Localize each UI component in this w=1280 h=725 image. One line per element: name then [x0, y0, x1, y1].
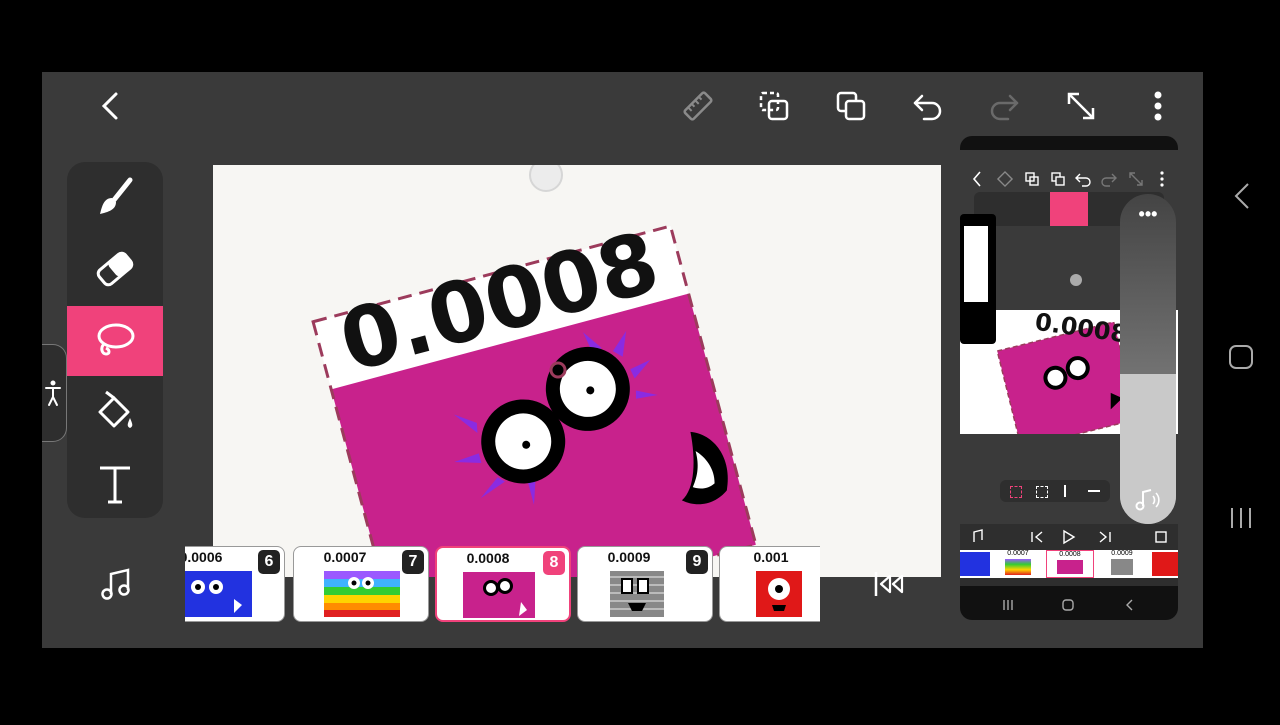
preview-frame-selected[interactable]: 0.0008 [1046, 550, 1094, 578]
preview-select-icon[interactable] [1010, 486, 1022, 498]
preview-handle [1070, 274, 1082, 286]
redo-icon[interactable] [984, 86, 1024, 126]
preview-frame[interactable]: 0.0007 [994, 550, 1042, 578]
preview-frame-partial[interactable] [960, 552, 990, 576]
frame-number: 8 [543, 551, 565, 575]
frame-image [610, 571, 664, 617]
system-back-icon[interactable] [1234, 183, 1249, 209]
frame-thumbnail[interactable]: 0.0007 7 [293, 546, 429, 622]
paint-bucket-icon[interactable] [67, 378, 163, 448]
brush-icon[interactable] [67, 162, 163, 232]
eraser-icon[interactable] [67, 234, 163, 304]
preview-mini-panel [960, 214, 996, 344]
more-icon[interactable] [1138, 86, 1178, 126]
preview-frame-label: 0.0008 [1059, 551, 1081, 558]
back-icon[interactable] [92, 86, 132, 126]
frame-number: 6 [258, 550, 280, 574]
preview-flip-v-icon[interactable] [1088, 490, 1100, 492]
volume-more-label: ••• [1138, 204, 1158, 224]
rewind-to-start-icon[interactable] [868, 564, 908, 604]
preview-frame-partial[interactable] [1152, 552, 1178, 576]
frame-thumbnail[interactable]: 0.0009 9 [577, 546, 713, 622]
frame-image [324, 571, 400, 617]
text-icon[interactable] [67, 450, 163, 520]
app-window: 0.0008 .0006 6 0.0007 7 0.0008 8 0.0009 … [42, 72, 1203, 648]
frame-number: 7 [402, 550, 424, 574]
accessibility-icon [45, 380, 61, 406]
system-navigation-bar [1218, 0, 1268, 720]
system-recents-icon[interactable] [1231, 508, 1251, 528]
frame-number: 9 [686, 550, 708, 574]
drawing-canvas[interactable]: 0.0008 [213, 165, 941, 577]
paste-icon[interactable] [754, 86, 794, 126]
accessibility-tab[interactable] [42, 344, 67, 442]
frame-thumbnail[interactable]: 0.0006 6 [185, 546, 285, 622]
preview-playback-controls [973, 529, 1167, 545]
copy-icon[interactable] [831, 86, 871, 126]
preview-frame[interactable]: 0.0009 [1098, 550, 1146, 578]
preview-body: 0.0008 ••• [960, 194, 1178, 524]
frame-label: 0.0009 [607, 549, 651, 565]
preview-frame-label: 0.0007 [1007, 550, 1029, 557]
preview-transform-bar [1000, 480, 1110, 502]
preview-mini-canvas [964, 226, 988, 302]
preview-transform-icon[interactable] [1036, 486, 1048, 498]
preview-flip-h-icon[interactable] [1064, 485, 1066, 497]
volume-slider[interactable]: ••• [1120, 194, 1176, 524]
preview-frames-strip: 0.0007 0.0008 0.0009 [960, 550, 1178, 578]
tool-panel [67, 162, 163, 518]
preview-lasso-icon[interactable] [1050, 192, 1088, 226]
frame-thumbnail[interactable]: 0.001 [719, 546, 820, 622]
preview-timeline: 0.0007 0.0008 0.0009 [960, 524, 1178, 586]
lasso-icon[interactable] [67, 306, 163, 376]
frame-label: 0.0007 [323, 549, 367, 565]
system-home-icon[interactable] [1229, 345, 1253, 369]
frame-label: 0.0006 [185, 549, 223, 565]
resize-icon[interactable] [1061, 86, 1101, 126]
preview-system-nav [1003, 599, 1133, 611]
volume-icon [1135, 489, 1160, 511]
phone-preview-overlay: 0.0008 ••• 0.0007 0.0008 0.0009 [960, 136, 1178, 620]
frame-image [185, 571, 252, 617]
preview-frame-label: 0.0009 [1111, 550, 1133, 557]
preview-toolbar-icons [972, 170, 1164, 188]
frame-thumbnail-selected[interactable]: 0.0008 8 [435, 546, 571, 622]
music-note-icon[interactable] [96, 564, 136, 604]
frame-label: 0.0008 [466, 550, 510, 566]
ruler-icon[interactable] [678, 86, 718, 126]
frame-image [756, 571, 802, 617]
frame-image [463, 572, 535, 618]
undo-icon[interactable] [908, 86, 948, 126]
frames-strip: 0.0006 6 0.0007 7 0. [185, 546, 820, 622]
frame-label: 0.001 [753, 549, 789, 565]
